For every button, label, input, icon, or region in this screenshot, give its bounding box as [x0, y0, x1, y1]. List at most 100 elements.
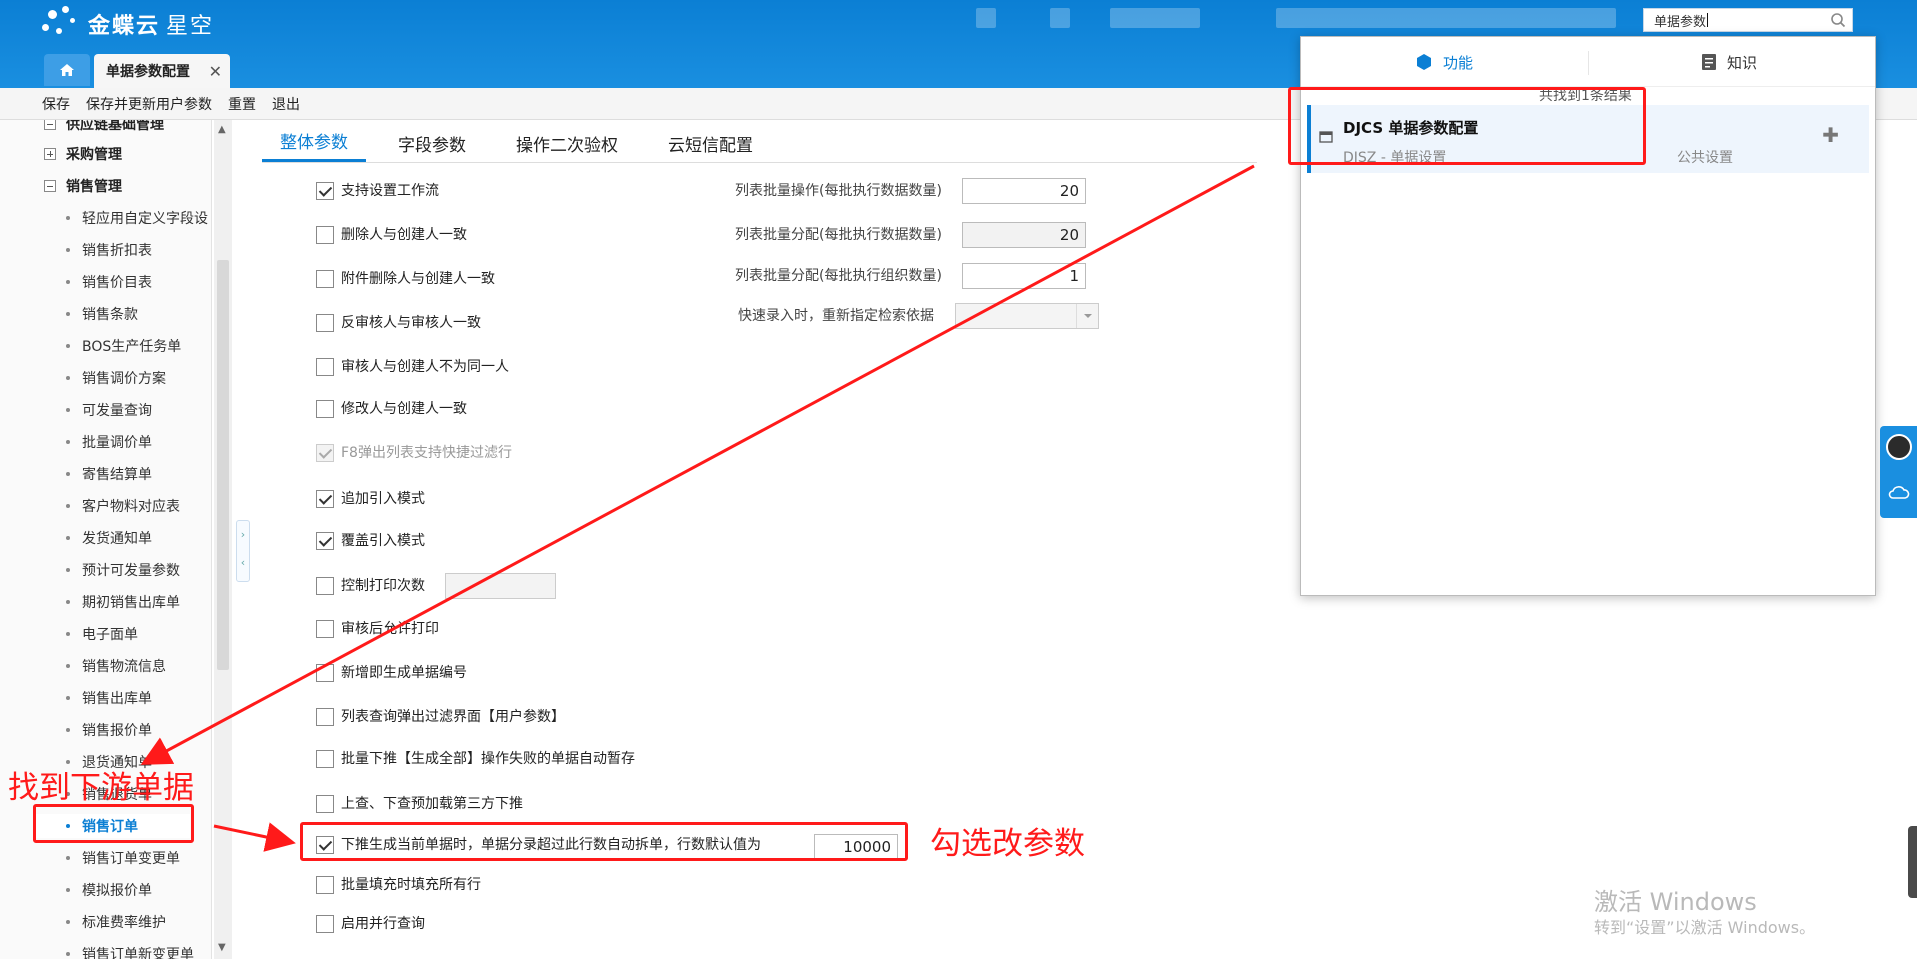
- blurred-item: [1050, 8, 1070, 28]
- chevron-left-icon[interactable]: ‹: [237, 549, 249, 577]
- sidebar-item[interactable]: 销售报价单: [66, 718, 208, 742]
- search-icon[interactable]: [1830, 12, 1846, 28]
- tab-functions[interactable]: 功能: [1415, 49, 1473, 75]
- checkbox-auditor-not-creator[interactable]: [316, 358, 334, 376]
- sidebar-item[interactable]: 期初销售出库单: [66, 590, 208, 614]
- sidebar-collapse-handle[interactable]: › ‹: [236, 520, 250, 582]
- result-category: 公共设置: [1677, 150, 1733, 166]
- sidebar-item[interactable]: 模拟报价单: [66, 878, 208, 902]
- home-tab[interactable]: [44, 54, 90, 86]
- popup-tabs: 功能 知识: [1301, 37, 1875, 87]
- sidebar-item[interactable]: 销售条款: [66, 302, 208, 326]
- sidebar-item[interactable]: 销售折扣表: [66, 238, 208, 262]
- chevron-down-icon[interactable]: [1076, 304, 1098, 328]
- checkbox-print-after-audit[interactable]: [316, 620, 334, 638]
- checkbox-generate-number[interactable]: [316, 664, 334, 682]
- sidebar-item[interactable]: 客户物料对应表: [66, 494, 208, 518]
- sidebar-item[interactable]: 可发量查询: [66, 398, 208, 422]
- checkbox-unaudit-same-auditor[interactable]: [316, 314, 334, 332]
- reset-button[interactable]: 重置: [228, 94, 256, 114]
- batch-assign-data-input: 20: [962, 222, 1086, 248]
- checkbox-modifier-same-creator[interactable]: [316, 400, 334, 418]
- sidebar-item[interactable]: 发货通知单: [66, 526, 208, 550]
- checkbox-list-filter-popup[interactable]: [316, 708, 334, 726]
- sidebar-group-label: 销售管理: [66, 179, 122, 195]
- sidebar-item[interactable]: BOS生产任务单: [66, 334, 208, 358]
- close-icon[interactable]: ✕: [209, 62, 222, 81]
- sidebar-item-label: 销售条款: [82, 307, 138, 323]
- blurred-item: [1276, 8, 1616, 28]
- sidebar-group-purchase[interactable]: 采购管理: [44, 142, 122, 166]
- sidebar-item[interactable]: 寄售结算单: [66, 462, 208, 486]
- sidebar-item-label: 销售出库单: [82, 691, 152, 707]
- scroll-up-icon[interactable]: ▲: [218, 124, 226, 135]
- sidebar-item[interactable]: 轻应用自定义字段设: [66, 206, 208, 230]
- sidebar-item-label: 轻应用自定义字段设: [82, 211, 208, 227]
- sidebar-item[interactable]: 销售调价方案: [66, 366, 208, 390]
- checkbox-attachment-delete[interactable]: [316, 270, 334, 288]
- checkbox-preload-third-party[interactable]: [316, 795, 334, 813]
- checkbox-print-count[interactable]: [316, 577, 334, 595]
- tab-sms-config[interactable]: 云短信配置: [650, 131, 771, 162]
- expand-icon[interactable]: [44, 148, 56, 160]
- chevron-right-icon[interactable]: ›: [237, 521, 249, 549]
- option-label: 审核人与创建人不为同一人: [341, 359, 509, 375]
- sidebar-group-sales[interactable]: 销售管理: [44, 174, 122, 198]
- checkbox-workflow[interactable]: [316, 182, 334, 200]
- option-label: 批量填充时填充所有行: [341, 877, 481, 893]
- sidebar-item-label: 销售物流信息: [82, 659, 166, 675]
- scrollbar-thumb[interactable]: [217, 260, 229, 670]
- option-label: 上查、下查预加载第三方下推: [341, 796, 523, 812]
- global-search-input[interactable]: 单据参数: [1643, 8, 1853, 32]
- tab-knowledge[interactable]: 知识: [1701, 49, 1757, 75]
- sidebar-item[interactable]: 标准费率维护: [66, 910, 208, 934]
- checkbox-parallel-query[interactable]: [316, 915, 334, 933]
- sidebar-scrollbar[interactable]: ▲ ▼: [214, 120, 232, 959]
- checkbox-f8-quick-filter: [316, 444, 334, 462]
- popup-tab-label: 功能: [1443, 53, 1474, 72]
- sidebar-item[interactable]: 批量调价单: [66, 430, 208, 454]
- collapse-icon[interactable]: [44, 120, 56, 130]
- blurred-item: [976, 8, 996, 28]
- app-name: 金蝶云: [88, 14, 161, 39]
- batch-operate-input[interactable]: 20: [962, 178, 1086, 204]
- save-update-user-params-button[interactable]: 保存并更新用户参数: [86, 94, 212, 114]
- edge-widget[interactable]: [1908, 826, 1917, 898]
- app-suffix: 星空: [166, 14, 215, 39]
- sidebar-item[interactable]: 销售订单变更单: [66, 846, 208, 870]
- sidebar-item-label: 销售报价单: [82, 723, 152, 739]
- sidebar-item-label: BOS生产任务单: [82, 339, 182, 355]
- avatar[interactable]: [1886, 434, 1912, 460]
- batch-assign-org-input[interactable]: 1: [962, 263, 1086, 289]
- quick-entry-basis-select[interactable]: [955, 303, 1099, 329]
- sidebar-item-label: 销售调价方案: [82, 371, 166, 387]
- checkbox-overwrite-import[interactable]: [316, 532, 334, 550]
- add-icon[interactable]: ✚: [1822, 123, 1839, 147]
- checkbox-fill-all-rows[interactable]: [316, 876, 334, 894]
- sidebar-item[interactable]: 销售订单新变更单: [66, 942, 208, 959]
- exit-button[interactable]: 退出: [272, 94, 300, 114]
- checkbox-delete-same-creator[interactable]: [316, 226, 334, 244]
- divider: [1588, 51, 1589, 75]
- cloud-sync-icon[interactable]: [1888, 484, 1910, 502]
- annotation-find-downstream: 找到下游单据: [8, 770, 194, 806]
- sidebar-item[interactable]: 销售价目表: [66, 270, 208, 294]
- tab-secondary-auth[interactable]: 操作二次验权: [498, 131, 636, 162]
- scroll-down-icon[interactable]: ▼: [218, 942, 226, 953]
- tab-overall-params[interactable]: 整体参数: [262, 128, 366, 162]
- collapse-icon[interactable]: [44, 180, 56, 192]
- sidebar-group-supply-chain[interactable]: 供应链基础管理: [44, 120, 164, 136]
- option-label: F8弹出列表支持快捷过滤行: [341, 445, 512, 461]
- checkbox-append-import[interactable]: [316, 490, 334, 508]
- tab-document-params[interactable]: 单据参数配置 ✕: [94, 54, 230, 88]
- sidebar-item-label: 模拟报价单: [82, 883, 152, 899]
- checkbox-batch-push-temp-save[interactable]: [316, 750, 334, 768]
- home-icon: [60, 64, 74, 76]
- sidebar-item[interactable]: 预计可发量参数: [66, 558, 208, 582]
- sidebar-item-label: 可发量查询: [82, 403, 152, 419]
- sidebar-item[interactable]: 电子面单: [66, 622, 208, 646]
- tab-field-params[interactable]: 字段参数: [380, 131, 484, 162]
- sidebar-item[interactable]: 销售出库单: [66, 686, 208, 710]
- save-button[interactable]: 保存: [42, 94, 70, 114]
- sidebar-item[interactable]: 销售物流信息: [66, 654, 208, 678]
